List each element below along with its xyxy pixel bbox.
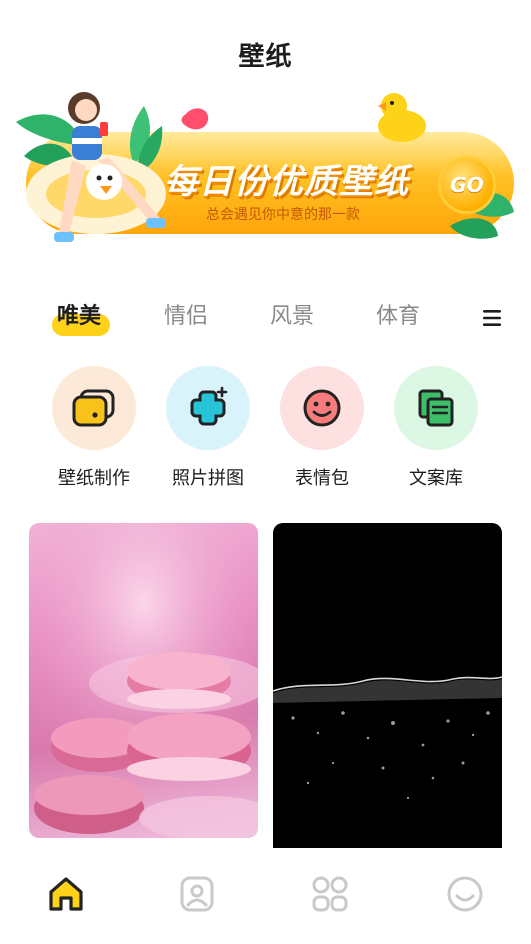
feature-circle xyxy=(52,366,136,450)
feature-photo-collage[interactable]: 照片拼图 xyxy=(153,366,263,496)
feature-circle xyxy=(166,366,250,450)
tab-qinglv[interactable]: 情侣 xyxy=(164,298,208,330)
wallpaper-card-water[interactable] xyxy=(273,523,502,853)
go-button[interactable]: GO xyxy=(438,156,496,214)
banner-headline: 每日份优质壁纸 xyxy=(164,162,409,202)
page-title: 壁纸 xyxy=(238,42,293,72)
feature-label: 照片拼图 xyxy=(172,468,244,489)
emoji-icon xyxy=(303,389,341,427)
copywriting-icon xyxy=(418,389,454,427)
tab-fengjing[interactable]: 风景 xyxy=(270,298,314,330)
promo-banner[interactable]: 每日份优质壁纸 总会遇见你中意的那一款 GO xyxy=(14,86,518,264)
photo-collage-icon xyxy=(190,386,228,426)
feature-wallpaper-make[interactable]: 壁纸制作 xyxy=(39,366,149,496)
grid-apps-icon[interactable] xyxy=(310,874,350,914)
smile-icon[interactable] xyxy=(445,874,485,914)
feature-label: 表情包 xyxy=(295,468,349,489)
bottom-navigation xyxy=(0,848,531,944)
category-tabs: 唯美 情侣 风景 体育 xyxy=(0,298,531,342)
water-splash-image xyxy=(273,676,502,800)
top-bar: 壁纸 xyxy=(0,0,531,92)
wallpaper-card-macarons[interactable] xyxy=(29,523,258,838)
menu-icon[interactable] xyxy=(480,306,504,330)
home-icon[interactable] xyxy=(46,874,86,914)
macarons-image xyxy=(29,523,258,838)
feature-emoji[interactable]: 表情包 xyxy=(267,366,377,496)
banner-subtitle: 总会遇见你中意的那一款 xyxy=(206,207,360,223)
feature-copywriting[interactable]: 文案库 xyxy=(381,366,491,496)
profile-card-icon[interactable] xyxy=(177,874,217,914)
tab-tiyu[interactable]: 体育 xyxy=(376,298,420,330)
tab-weimei[interactable]: 唯美 xyxy=(57,298,101,330)
wallpaper-make-icon xyxy=(72,389,115,427)
feature-label: 文案库 xyxy=(409,468,463,489)
feature-label: 壁纸制作 xyxy=(58,468,130,489)
feature-circle xyxy=(280,366,364,450)
feature-circle xyxy=(394,366,478,450)
